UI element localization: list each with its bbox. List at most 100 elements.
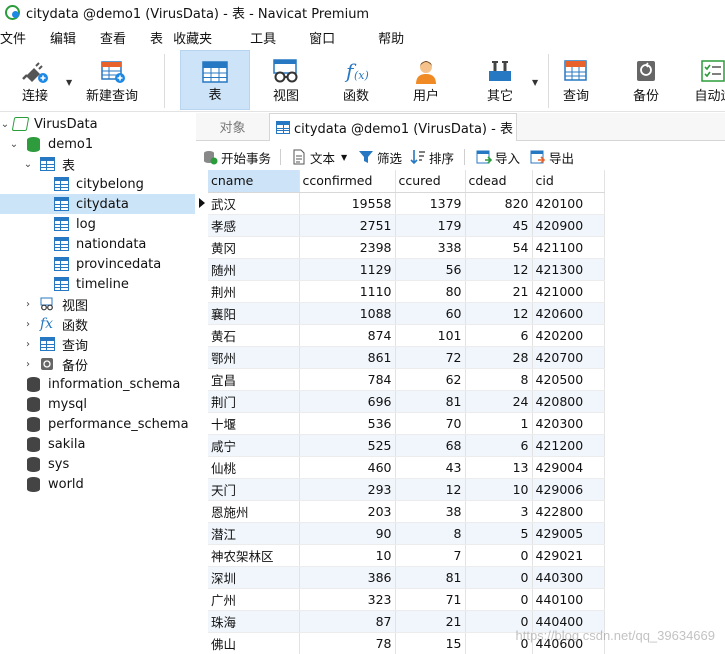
cell-cconfirmed[interactable]: 1088: [299, 302, 396, 325]
row-marker[interactable]: [196, 214, 208, 236]
menu-tools[interactable]: 工具: [237, 28, 296, 47]
cell-ccured[interactable]: 12: [395, 478, 466, 501]
cell-cname[interactable]: 珠海: [208, 610, 300, 633]
view-button[interactable]: 视图: [258, 50, 314, 110]
cell-cname[interactable]: 宜昌: [208, 368, 300, 391]
cell-cname[interactable]: 荆州: [208, 280, 300, 303]
menu-view[interactable]: 查看: [87, 28, 137, 47]
cell-cid[interactable]: 429006: [532, 478, 605, 501]
cell-cid[interactable]: 440300: [532, 566, 605, 589]
text-dropdown-icon[interactable]: ▼: [341, 153, 347, 162]
table-row[interactable]: 咸宁 525 68 6 421200: [196, 434, 605, 457]
cell-cdead[interactable]: 12: [465, 258, 533, 281]
cell-cname[interactable]: 潜江: [208, 522, 300, 545]
table-row[interactable]: 十堰 536 70 1 420300: [196, 412, 605, 435]
cell-cid[interactable]: 420600: [532, 302, 605, 325]
cell-ccured[interactable]: 43: [395, 456, 466, 479]
expanded-caret-icon[interactable]: ⌄: [23, 159, 33, 170]
cell-cid[interactable]: 429005: [532, 522, 605, 545]
cell-cdead[interactable]: 21: [465, 280, 533, 303]
column-header-cid[interactable]: cid: [532, 170, 605, 193]
tree-database-sys[interactable]: sys: [0, 454, 195, 474]
cell-cconfirmed[interactable]: 2751: [299, 214, 396, 237]
table-row[interactable]: 天门 293 12 10 429006: [196, 478, 605, 501]
new-query-button[interactable]: 新建查询: [84, 50, 140, 110]
collapsed-caret-icon[interactable]: ›: [23, 299, 33, 310]
cell-cname[interactable]: 神农架林区: [208, 544, 300, 567]
cell-ccured[interactable]: 68: [395, 434, 466, 457]
connect-dropdown-icon[interactable]: ▼: [66, 78, 72, 87]
cell-cdead[interactable]: 6: [465, 324, 533, 347]
cell-cconfirmed[interactable]: 19558: [299, 192, 396, 215]
collapsed-caret-icon[interactable]: ›: [23, 319, 33, 330]
table-row[interactable]: 恩施州 203 38 3 422800: [196, 500, 605, 523]
cell-cconfirmed[interactable]: 78: [299, 632, 396, 654]
column-header-cname[interactable]: cname: [208, 170, 300, 193]
cell-ccured[interactable]: 338: [395, 236, 466, 259]
menu-help[interactable]: 帮助: [365, 28, 415, 47]
tree-database-sakila[interactable]: sakila: [0, 434, 195, 454]
cell-cid[interactable]: 420500: [532, 368, 605, 391]
query-button[interactable]: 查询: [550, 50, 602, 110]
row-marker[interactable]: [196, 456, 208, 478]
cell-ccured[interactable]: 56: [395, 258, 466, 281]
menu-favorites[interactable]: 收藏夹: [165, 28, 237, 47]
row-marker[interactable]: [196, 258, 208, 280]
table-row[interactable]: 宜昌 784 62 8 420500: [196, 368, 605, 391]
tree-table-nationdata[interactable]: nationdata: [0, 234, 195, 254]
cell-cdead[interactable]: 6: [465, 434, 533, 457]
row-marker[interactable]: [196, 434, 208, 456]
cell-cid[interactable]: 421100: [532, 236, 605, 259]
menu-edit[interactable]: 编辑: [37, 28, 87, 47]
table-row[interactable]: 深圳 386 81 0 440300: [196, 566, 605, 589]
cell-cconfirmed[interactable]: 525: [299, 434, 396, 457]
row-marker[interactable]: [196, 522, 208, 544]
table-row[interactable]: 神农架林区 10 7 0 429021: [196, 544, 605, 567]
table-row[interactable]: 荆州 1110 80 21 421000: [196, 280, 605, 303]
cell-cid[interactable]: 420100: [532, 192, 605, 215]
cell-cname[interactable]: 深圳: [208, 566, 300, 589]
cell-cname[interactable]: 孝感: [208, 214, 300, 237]
cell-cname[interactable]: 十堰: [208, 412, 300, 435]
cell-cname[interactable]: 佛山: [208, 632, 300, 654]
cell-cdead[interactable]: 10: [465, 478, 533, 501]
cell-cname[interactable]: 黄冈: [208, 236, 300, 259]
filter-button[interactable]: 筛选: [358, 144, 402, 170]
row-marker[interactable]: [196, 500, 208, 522]
text-button[interactable]: 文本 ▼: [292, 144, 347, 170]
cell-cid[interactable]: 421300: [532, 258, 605, 281]
tree-database-demo1[interactable]: ⌄ demo1: [0, 134, 195, 154]
tree-connection-virusdata[interactable]: ⌄ VirusData: [0, 114, 195, 134]
cell-cconfirmed[interactable]: 460: [299, 456, 396, 479]
row-marker[interactable]: [196, 632, 208, 654]
table-row[interactable]: 潜江 90 8 5 429005: [196, 522, 605, 545]
cell-cid[interactable]: 420700: [532, 346, 605, 369]
cell-cname[interactable]: 仙桃: [208, 456, 300, 479]
sort-button[interactable]: 排序: [410, 144, 454, 170]
table-row[interactable]: 武汉 19558 1379 820 420100: [196, 192, 605, 215]
table-row[interactable]: 广州 323 71 0 440100: [196, 588, 605, 611]
row-marker[interactable]: [196, 544, 208, 566]
cell-cid[interactable]: 429004: [532, 456, 605, 479]
cell-cdead[interactable]: 1: [465, 412, 533, 435]
cell-cdead[interactable]: 45: [465, 214, 533, 237]
cell-cid[interactable]: 440100: [532, 588, 605, 611]
table-row[interactable]: 黄石 874 101 6 420200: [196, 324, 605, 347]
cell-cid[interactable]: 420800: [532, 390, 605, 413]
tree-database-world[interactable]: world: [0, 474, 195, 494]
cell-ccured[interactable]: 70: [395, 412, 466, 435]
cell-cdead[interactable]: 8: [465, 368, 533, 391]
table-row[interactable]: 仙桃 460 43 13 429004: [196, 456, 605, 479]
cell-cconfirmed[interactable]: 861: [299, 346, 396, 369]
cell-cname[interactable]: 荆门: [208, 390, 300, 413]
row-marker[interactable]: [196, 302, 208, 324]
menu-file[interactable]: 文件: [0, 28, 37, 47]
collapsed-caret-icon[interactable]: ›: [23, 339, 33, 350]
cell-cname[interactable]: 襄阳: [208, 302, 300, 325]
tree-database-information-schema[interactable]: information_schema: [0, 374, 195, 394]
tree-table-citybelong[interactable]: citybelong: [0, 174, 195, 194]
tree-table-log[interactable]: log: [0, 214, 195, 234]
row-marker[interactable]: [196, 588, 208, 610]
cell-cid[interactable]: 422800: [532, 500, 605, 523]
row-marker[interactable]: [196, 412, 208, 434]
